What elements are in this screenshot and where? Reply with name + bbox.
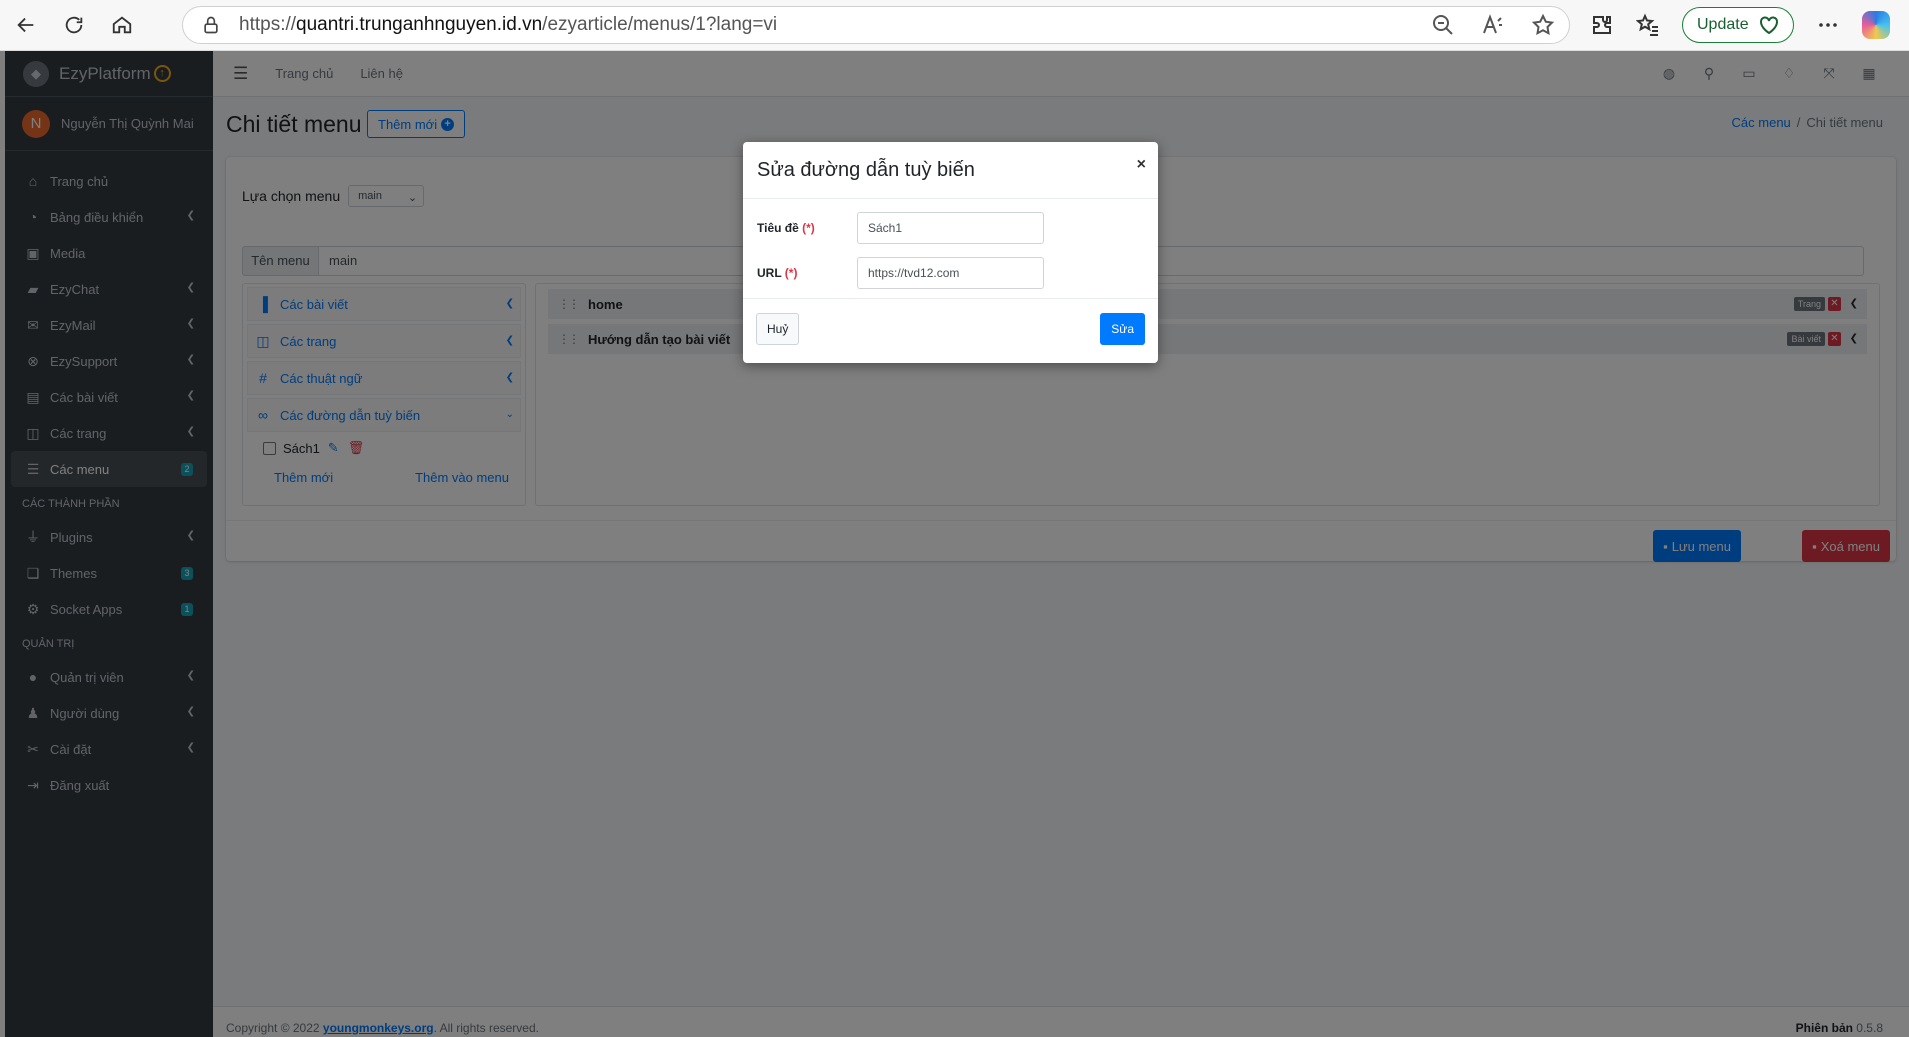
modal-header: Sửa đường dẫn tuỳ biến × (743, 142, 1158, 199)
favorite-star-icon[interactable] (1531, 13, 1555, 37)
title-input[interactable]: Sách1 (857, 212, 1044, 244)
update-button[interactable]: Update (1682, 7, 1794, 43)
edit-custom-link-modal: Sửa đường dẫn tuỳ biến × Tiêu đề (*) Sác… (743, 142, 1158, 363)
reload-icon[interactable] (54, 5, 94, 45)
read-aloud-icon[interactable] (1481, 13, 1505, 37)
zoom-out-icon[interactable] (1431, 13, 1455, 37)
favorites-list-icon[interactable] (1636, 13, 1660, 37)
copilot-icon[interactable] (1861, 11, 1890, 39)
modal-title: Sửa đường dẫn tuỳ biến (757, 159, 975, 181)
submit-edit-button[interactable]: Sửa (1100, 313, 1145, 345)
cancel-button[interactable]: Huỷ (756, 313, 800, 345)
title-label: Tiêu đề (*) (757, 221, 815, 235)
url-input[interactable]: https://tvd12.com (857, 257, 1044, 289)
modal-body: Tiêu đề (*) Sách1 URL (*) https://tvd12.… (743, 199, 1158, 299)
modal-footer: Huỷ Sửa (743, 299, 1158, 363)
address-url: https://quantri.trunganhnguyen.id.vn/ezy… (239, 14, 778, 35)
home-icon[interactable] (102, 5, 142, 45)
address-bar[interactable]: https://quantri.trunganhnguyen.id.vn/ezy… (182, 6, 1570, 44)
more-options-icon[interactable] (1816, 13, 1840, 37)
title-form-row: Tiêu đề (*) Sách1 (757, 212, 1044, 244)
lock-icon (204, 16, 218, 34)
back-icon[interactable] (6, 5, 46, 45)
browser-toolbar: https://quantri.trunganhnguyen.id.vn/ezy… (0, 0, 1909, 51)
url-label: URL (*) (757, 266, 798, 280)
update-heart-icon (1759, 16, 1778, 35)
close-icon[interactable]: × (1137, 156, 1146, 174)
url-form-row: URL (*) https://tvd12.com (757, 257, 1044, 289)
extensions-icon[interactable] (1590, 13, 1614, 37)
